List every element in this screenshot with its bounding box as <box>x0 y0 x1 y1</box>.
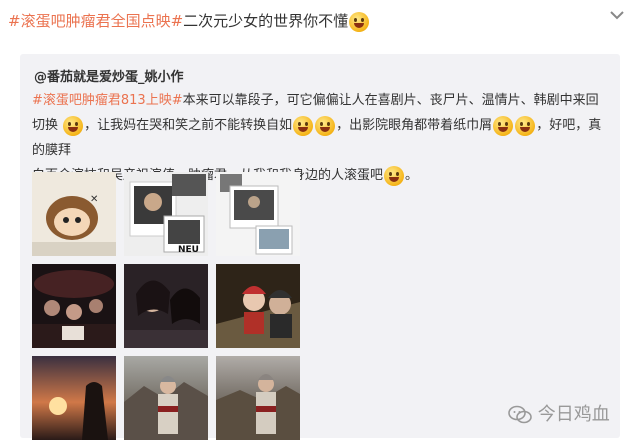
emoji-icon <box>384 165 405 186</box>
watermark: 今日鸡血 <box>508 400 638 426</box>
photo-thumbnail[interactable] <box>124 264 208 348</box>
photo-thumbnail[interactable] <box>124 356 208 440</box>
repost-text-part: ，让我妈在哭和笑之前不能转换自如 <box>84 118 293 133</box>
photo-thumbnail[interactable] <box>32 264 116 348</box>
photo-thumbnail[interactable]: NEU <box>124 172 208 256</box>
emoji-icon <box>493 115 514 136</box>
emoji-icon <box>63 115 84 136</box>
svg-text:✕: ✕ <box>90 194 98 205</box>
emoji-icon <box>293 115 314 136</box>
photo-thumbnail[interactable] <box>32 356 116 440</box>
repost-text-part: ，出影院眼角都带着纸巾屑 <box>336 118 493 133</box>
emoji-icon <box>349 11 370 32</box>
repost-text: #滚蛋吧肿瘤君813上映#本来可以靠段子，可它偏偏让人在喜剧片、丧尸片、温情片、… <box>32 88 602 188</box>
emoji-icon <box>315 115 336 136</box>
wechat-icon <box>508 405 532 424</box>
photo-thumbnail[interactable] <box>216 356 300 440</box>
emoji-icon <box>515 115 536 136</box>
svg-text:NEU: NEU <box>178 245 199 255</box>
post-text: #滚蛋吧肿瘤君全国点映#二次元少女的世界你不懂 <box>8 10 608 32</box>
repost-text-part: 。 <box>405 168 419 183</box>
chevron-down-icon[interactable] <box>608 6 626 24</box>
watermark-text: 今日鸡血 <box>537 404 610 425</box>
post-body: 二次元少女的世界你不懂 <box>183 12 349 30</box>
repost-panel: @番茄就是爱炒蛋_姚小作 #滚蛋吧肿瘤君813上映#本来可以靠段子，可它偏偏让人… <box>20 54 620 440</box>
topic-link[interactable]: #滚蛋吧肿瘤君全国点映# <box>8 12 183 30</box>
repost-author-link[interactable]: @番茄就是爱炒蛋_姚小作 <box>34 66 184 85</box>
photo-thumbnail[interactable] <box>216 264 300 348</box>
photo-thumbnail[interactable]: ✕ <box>32 172 116 256</box>
repost-topic-link[interactable]: #滚蛋吧肿瘤君813上映# <box>32 93 183 108</box>
photo-thumbnail[interactable] <box>216 172 300 256</box>
